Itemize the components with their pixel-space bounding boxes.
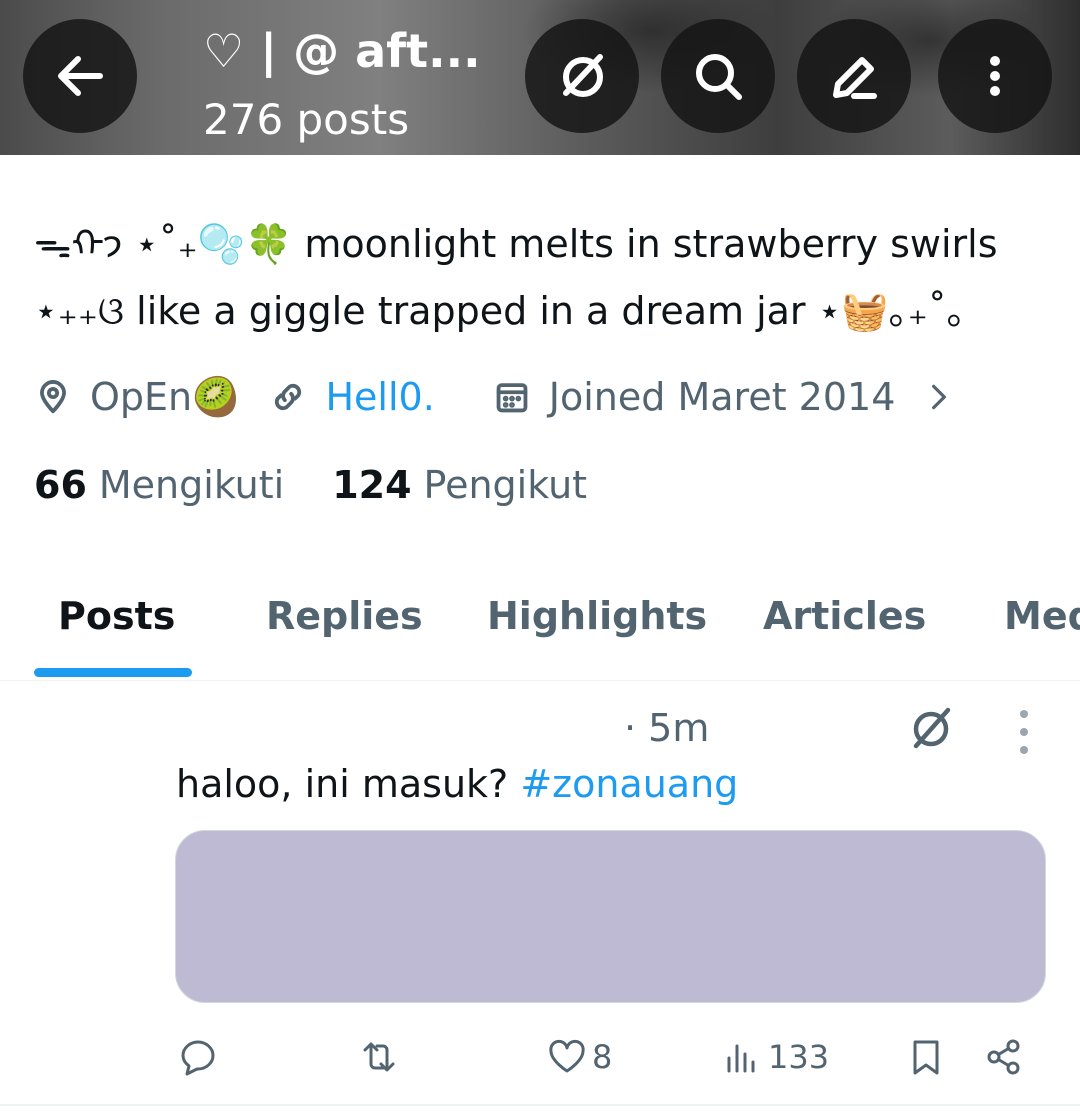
post-grok-button[interactable]	[904, 701, 958, 755]
expand-meta-button[interactable]	[923, 381, 955, 413]
tab-posts[interactable]: Posts	[58, 594, 175, 638]
share-icon	[987, 1039, 1020, 1075]
repost-icon	[363, 1042, 395, 1072]
profile-header: ♡ | @ aft... 276 posts	[0, 0, 1080, 155]
following-link[interactable]: 66 Mengikuti	[34, 463, 284, 507]
back-button[interactable]	[23, 19, 137, 133]
post-more-button[interactable]	[1004, 710, 1044, 754]
grok-icon	[913, 707, 951, 749]
more-dot-icon	[1020, 710, 1028, 718]
profile-meta: OpEn🥝 Hell0. Joined Maret 2014	[34, 372, 955, 422]
location: OpEn🥝	[34, 375, 239, 420]
repost-button[interactable]	[358, 1030, 400, 1084]
tab-media[interactable]: Media	[1004, 594, 1080, 638]
more-dot-icon	[1020, 728, 1028, 736]
more-vertical-icon	[990, 56, 1000, 96]
post-count: 276 posts	[203, 95, 410, 144]
search-button[interactable]	[661, 19, 775, 133]
bookmark-button[interactable]	[905, 1030, 947, 1084]
join-date-text: Joined Maret 2014	[548, 375, 896, 419]
reply-button[interactable]	[177, 1030, 219, 1084]
share-button[interactable]	[983, 1030, 1025, 1084]
bio-line-1: ᯓᡣ𐭩 ⋆˚₊🫧🍀 moonlight melts in strawberry …	[34, 222, 998, 266]
tab-highlights[interactable]: Highlights	[487, 594, 707, 638]
post-timestamp: · 5m	[624, 706, 710, 750]
following-label: Mengikuti	[98, 463, 285, 507]
reply-icon	[181, 1040, 215, 1076]
post-body: haloo, ini masuk?	[176, 762, 521, 806]
more-dot-icon	[1020, 746, 1028, 754]
bookmark-icon	[913, 1040, 939, 1075]
compose-button[interactable]	[797, 19, 911, 133]
following-count: 66	[34, 463, 87, 507]
arrow-left-icon	[58, 56, 103, 96]
chevron-right-icon	[932, 384, 947, 410]
website-link[interactable]: Hell0.	[269, 375, 435, 419]
divider	[0, 1104, 1080, 1106]
followers-link[interactable]: 124 Pengikut	[332, 463, 587, 507]
view-count: 133	[768, 1038, 830, 1076]
more-options-button[interactable]	[938, 19, 1052, 133]
calendar-icon	[496, 383, 528, 413]
grok-icon	[563, 54, 603, 97]
tab-articles[interactable]: Articles	[763, 594, 926, 638]
bio-line-2: ⋆₊₊ଓ like a giggle trapped in a dream ja…	[34, 289, 966, 333]
like-count: 8	[592, 1038, 613, 1076]
post-media[interactable]	[175, 830, 1046, 1003]
join-date: Joined Maret 2014	[493, 375, 896, 419]
link-icon	[275, 383, 302, 411]
followers-count: 124	[332, 463, 412, 507]
pencil-icon	[833, 57, 877, 99]
tab-replies[interactable]: Replies	[266, 594, 423, 638]
profile-name: ♡ | @ aft...	[203, 24, 481, 78]
location-pin-icon	[40, 380, 66, 414]
search-icon	[696, 54, 742, 100]
post-hashtag[interactable]: #zonauang	[520, 762, 738, 806]
active-tab-indicator	[34, 668, 192, 677]
follow-stats: 66 Mengikuti 124 Pengikut	[34, 463, 587, 507]
heart-icon	[549, 1039, 585, 1073]
post-actions: 8 133	[0, 1030, 1080, 1084]
like-button[interactable]: 8	[546, 1030, 612, 1084]
post-text: haloo, ini masuk? #zonauang	[176, 762, 738, 806]
followers-label: Pengikut	[423, 463, 588, 507]
profile-tabs: Posts Replies Highlights Articles Media	[0, 560, 1080, 681]
website-link-text[interactable]: Hell0.	[325, 375, 434, 419]
location-text: OpEn🥝	[90, 374, 240, 419]
analytics-icon	[727, 1044, 755, 1073]
grok-button[interactable]	[525, 19, 639, 133]
views-button[interactable]: 133	[722, 1030, 829, 1084]
